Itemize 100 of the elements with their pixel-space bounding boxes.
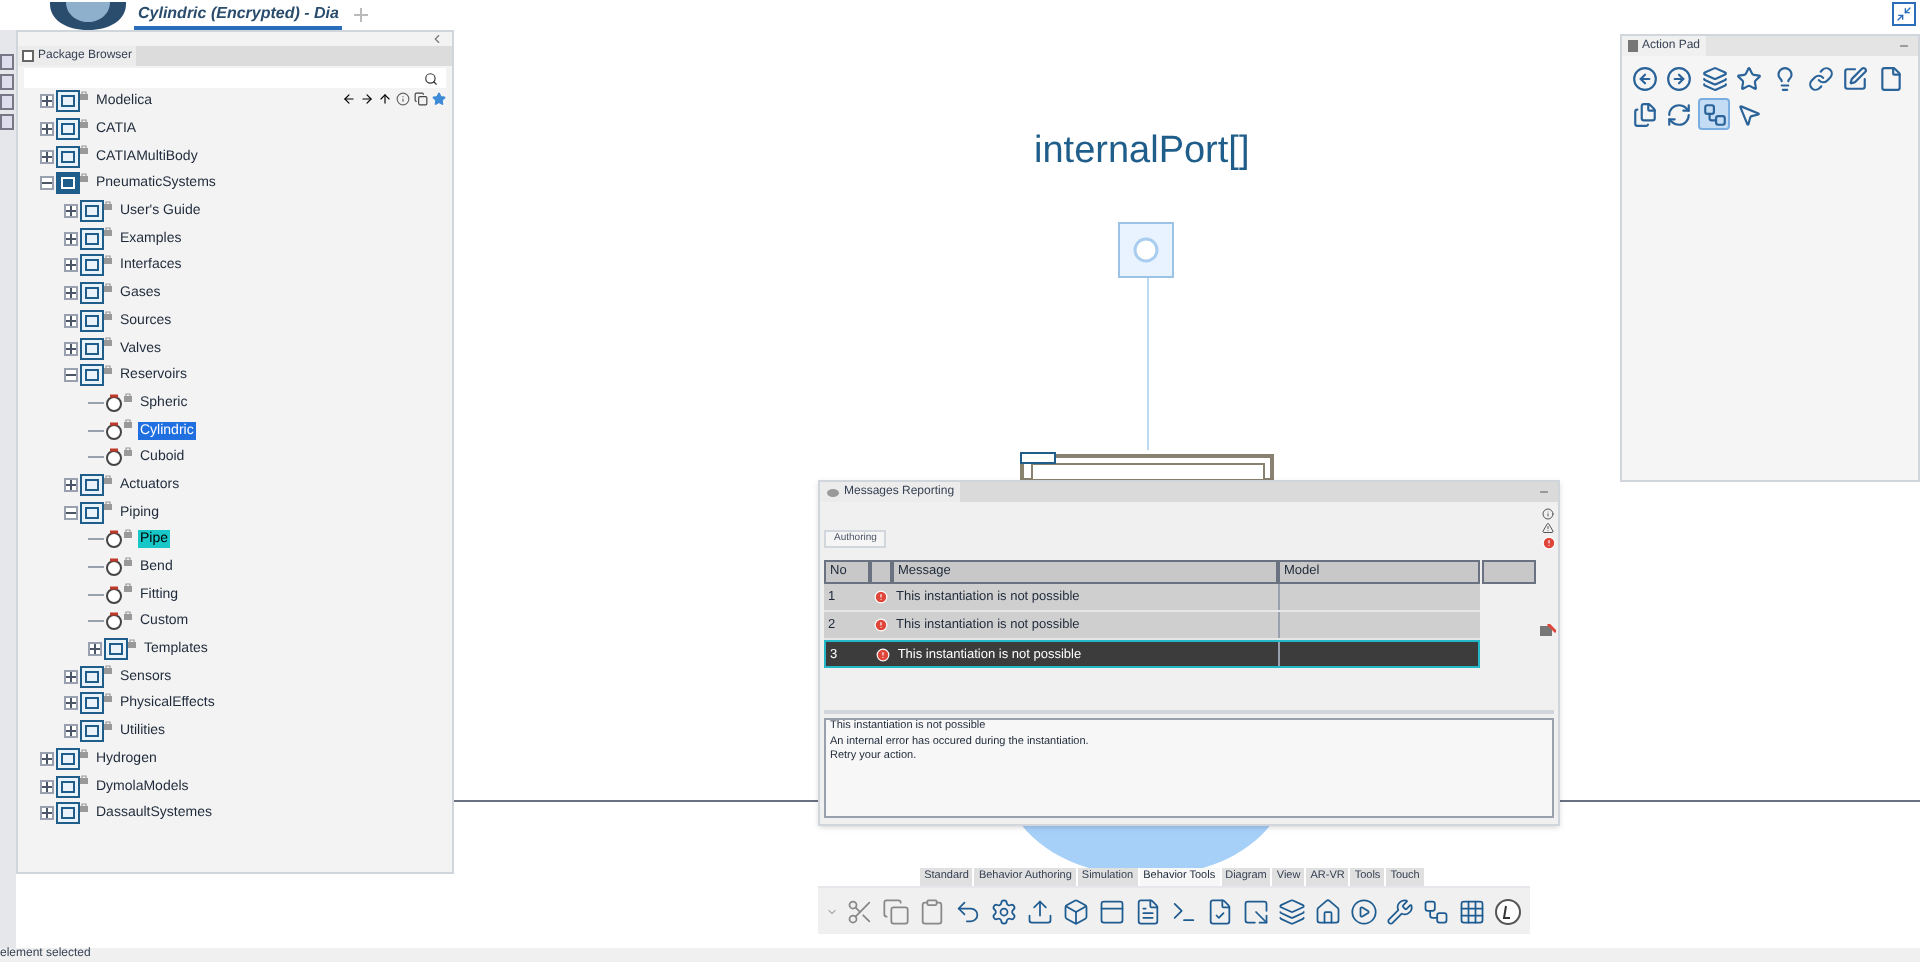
error-icon — [874, 590, 888, 604]
error-icon — [874, 618, 888, 632]
expand-toggle[interactable] — [64, 231, 78, 246]
search-icon[interactable] — [424, 71, 438, 85]
document-icon[interactable] — [1133, 897, 1161, 925]
package-icon — [80, 309, 104, 332]
lock-icon — [124, 391, 132, 402]
action-button[interactable] — [1663, 62, 1696, 94]
lock-icon — [104, 254, 112, 265]
model-icon — [104, 419, 124, 442]
action-button[interactable] — [1663, 98, 1696, 130]
model-icon — [104, 583, 124, 606]
expand-toggle[interactable] — [40, 751, 54, 766]
box-icon[interactable] — [1061, 897, 1089, 925]
lock-icon — [80, 801, 88, 812]
forward-icon — [1666, 65, 1693, 91]
action-button[interactable] — [1628, 98, 1660, 130]
wrench-icon[interactable] — [1385, 897, 1413, 925]
lock-icon — [80, 172, 88, 183]
file-check-icon[interactable] — [1205, 897, 1233, 925]
star-icon — [1736, 65, 1763, 91]
connector-icon — [1701, 101, 1728, 127]
expand-toggle[interactable] — [64, 204, 78, 219]
terminal-icon[interactable] — [1169, 897, 1197, 925]
copy-icon[interactable] — [881, 897, 909, 925]
lock-icon — [80, 144, 88, 155]
expand-toggle[interactable] — [64, 696, 78, 711]
lock-icon — [124, 445, 132, 456]
star-icon[interactable] — [432, 92, 446, 106]
formula-icon[interactable] — [1493, 897, 1521, 925]
expand-toggle[interactable] — [40, 94, 54, 109]
action-button[interactable] — [1698, 62, 1731, 94]
action-button[interactable] — [1839, 62, 1872, 94]
expand-toggle[interactable] — [40, 122, 54, 137]
package-icon — [56, 90, 80, 113]
package-icon — [56, 172, 80, 195]
expand-toggle[interactable] — [64, 724, 78, 739]
up-icon[interactable] — [378, 92, 392, 106]
model-icon — [104, 556, 124, 579]
collapse-toggle[interactable] — [40, 176, 54, 191]
port-drawing — [1118, 222, 1178, 280]
collapse-toggle[interactable] — [64, 368, 78, 383]
expand-toggle[interactable] — [64, 313, 78, 328]
warning-icon[interactable] — [1542, 522, 1554, 534]
arrow-box-icon[interactable] — [1241, 897, 1269, 925]
action-button[interactable] — [1804, 62, 1837, 94]
package-icon — [80, 227, 104, 250]
paste-icon[interactable] — [917, 897, 945, 925]
upload-icon[interactable] — [1025, 897, 1053, 925]
house-icon[interactable] — [1313, 897, 1341, 925]
error-icon — [875, 647, 890, 661]
scissors-icon[interactable] — [845, 897, 873, 925]
info-icon[interactable] — [396, 92, 410, 106]
windows-icon[interactable] — [414, 92, 428, 106]
copy-icon — [1631, 101, 1657, 127]
expand-toggle[interactable] — [64, 477, 78, 492]
info-icon[interactable] — [1542, 508, 1554, 520]
collapse-toggle[interactable] — [64, 505, 78, 520]
package-icon — [56, 145, 80, 168]
expand-toggle[interactable] — [40, 806, 54, 821]
expand-toggle[interactable] — [64, 341, 78, 356]
lock-icon — [128, 637, 136, 648]
minimize-button[interactable] — [1892, 2, 1916, 26]
gear-icon[interactable] — [989, 897, 1017, 925]
speech-icon — [826, 487, 840, 497]
model-icon — [104, 446, 124, 469]
back-icon[interactable] — [342, 92, 356, 106]
grid-icon[interactable] — [1457, 897, 1485, 925]
expand-toggle[interactable] — [64, 669, 78, 684]
lock-icon — [80, 747, 88, 757]
workflow-icon[interactable] — [1421, 897, 1449, 925]
expand-toggle[interactable] — [64, 286, 78, 301]
undo-icon[interactable] — [953, 897, 981, 925]
action-button[interactable] — [1698, 98, 1731, 130]
clear-icon[interactable] — [1540, 624, 1556, 636]
expand-toggle[interactable] — [64, 258, 78, 273]
forward-icon[interactable] — [360, 92, 374, 106]
lock-icon — [104, 500, 112, 511]
expand-toggle[interactable] — [88, 642, 102, 657]
play-icon[interactable] — [1349, 897, 1377, 925]
layers-icon[interactable] — [1277, 897, 1305, 925]
package-icon — [80, 473, 104, 496]
lock-icon — [124, 610, 132, 621]
action-button[interactable] — [1733, 62, 1766, 94]
expand-toggle[interactable] — [40, 149, 54, 164]
package-icon — [80, 254, 104, 277]
lock-icon — [104, 336, 112, 347]
lock-icon — [124, 555, 132, 566]
column-header[interactable] — [870, 560, 892, 584]
error-icon[interactable] — [1541, 536, 1555, 550]
action-button[interactable] — [1628, 62, 1660, 94]
lock-icon — [104, 226, 112, 237]
column-header[interactable] — [1482, 560, 1536, 584]
panel-icon[interactable] — [1097, 897, 1125, 925]
lock-icon — [104, 692, 112, 703]
collapse-panel-icon[interactable] — [430, 32, 444, 46]
lock-icon — [104, 363, 112, 374]
refresh-icon — [1666, 101, 1693, 127]
expand-toggle[interactable] — [40, 779, 54, 794]
lock-icon — [104, 664, 112, 675]
